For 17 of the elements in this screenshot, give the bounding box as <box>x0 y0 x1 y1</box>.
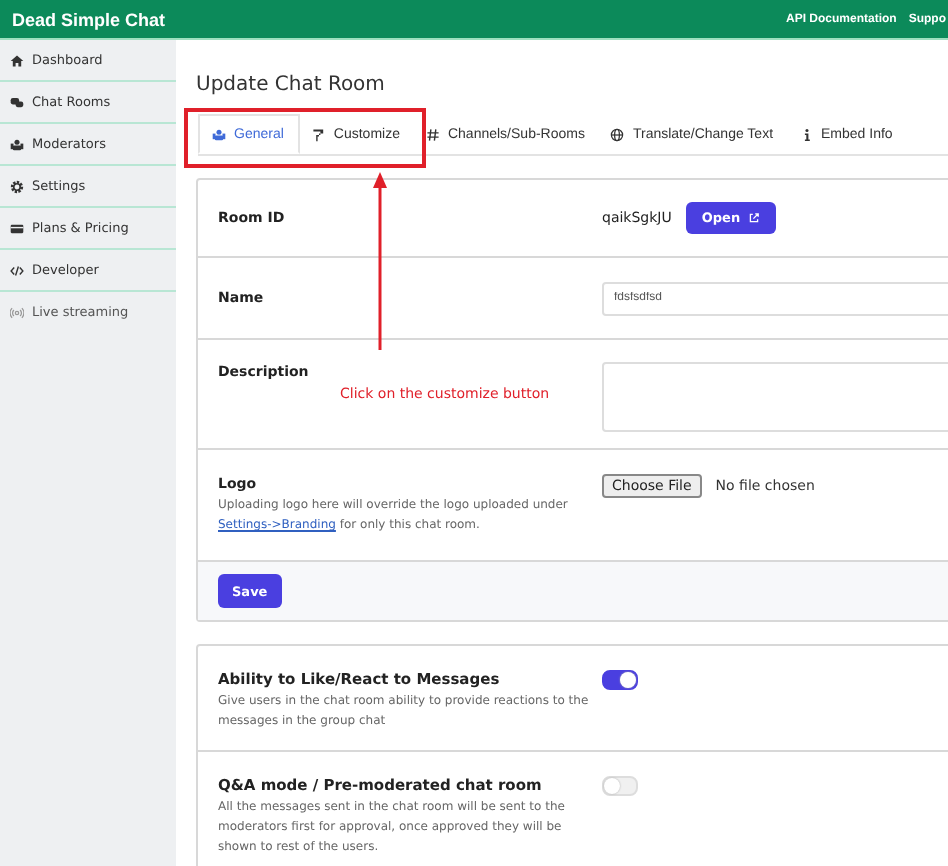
brand-title: Dead Simple Chat <box>12 9 166 29</box>
code-icon <box>10 263 24 277</box>
hash-icon <box>425 127 440 141</box>
description-input[interactable] <box>602 362 948 432</box>
external-link-icon <box>748 212 761 224</box>
info-icon <box>799 127 814 141</box>
roller-icon <box>311 127 326 141</box>
gear-icon <box>10 179 24 193</box>
chat-icon <box>10 95 24 109</box>
users-icon <box>10 137 24 151</box>
broadcast-icon <box>10 305 24 319</box>
globe-icon <box>610 127 625 141</box>
home-icon <box>10 53 24 67</box>
users-icon <box>212 127 226 141</box>
card-icon <box>10 221 24 235</box>
toggle-switch[interactable] <box>602 670 638 690</box>
page-title: Update Chat Room <box>196 74 387 100</box>
